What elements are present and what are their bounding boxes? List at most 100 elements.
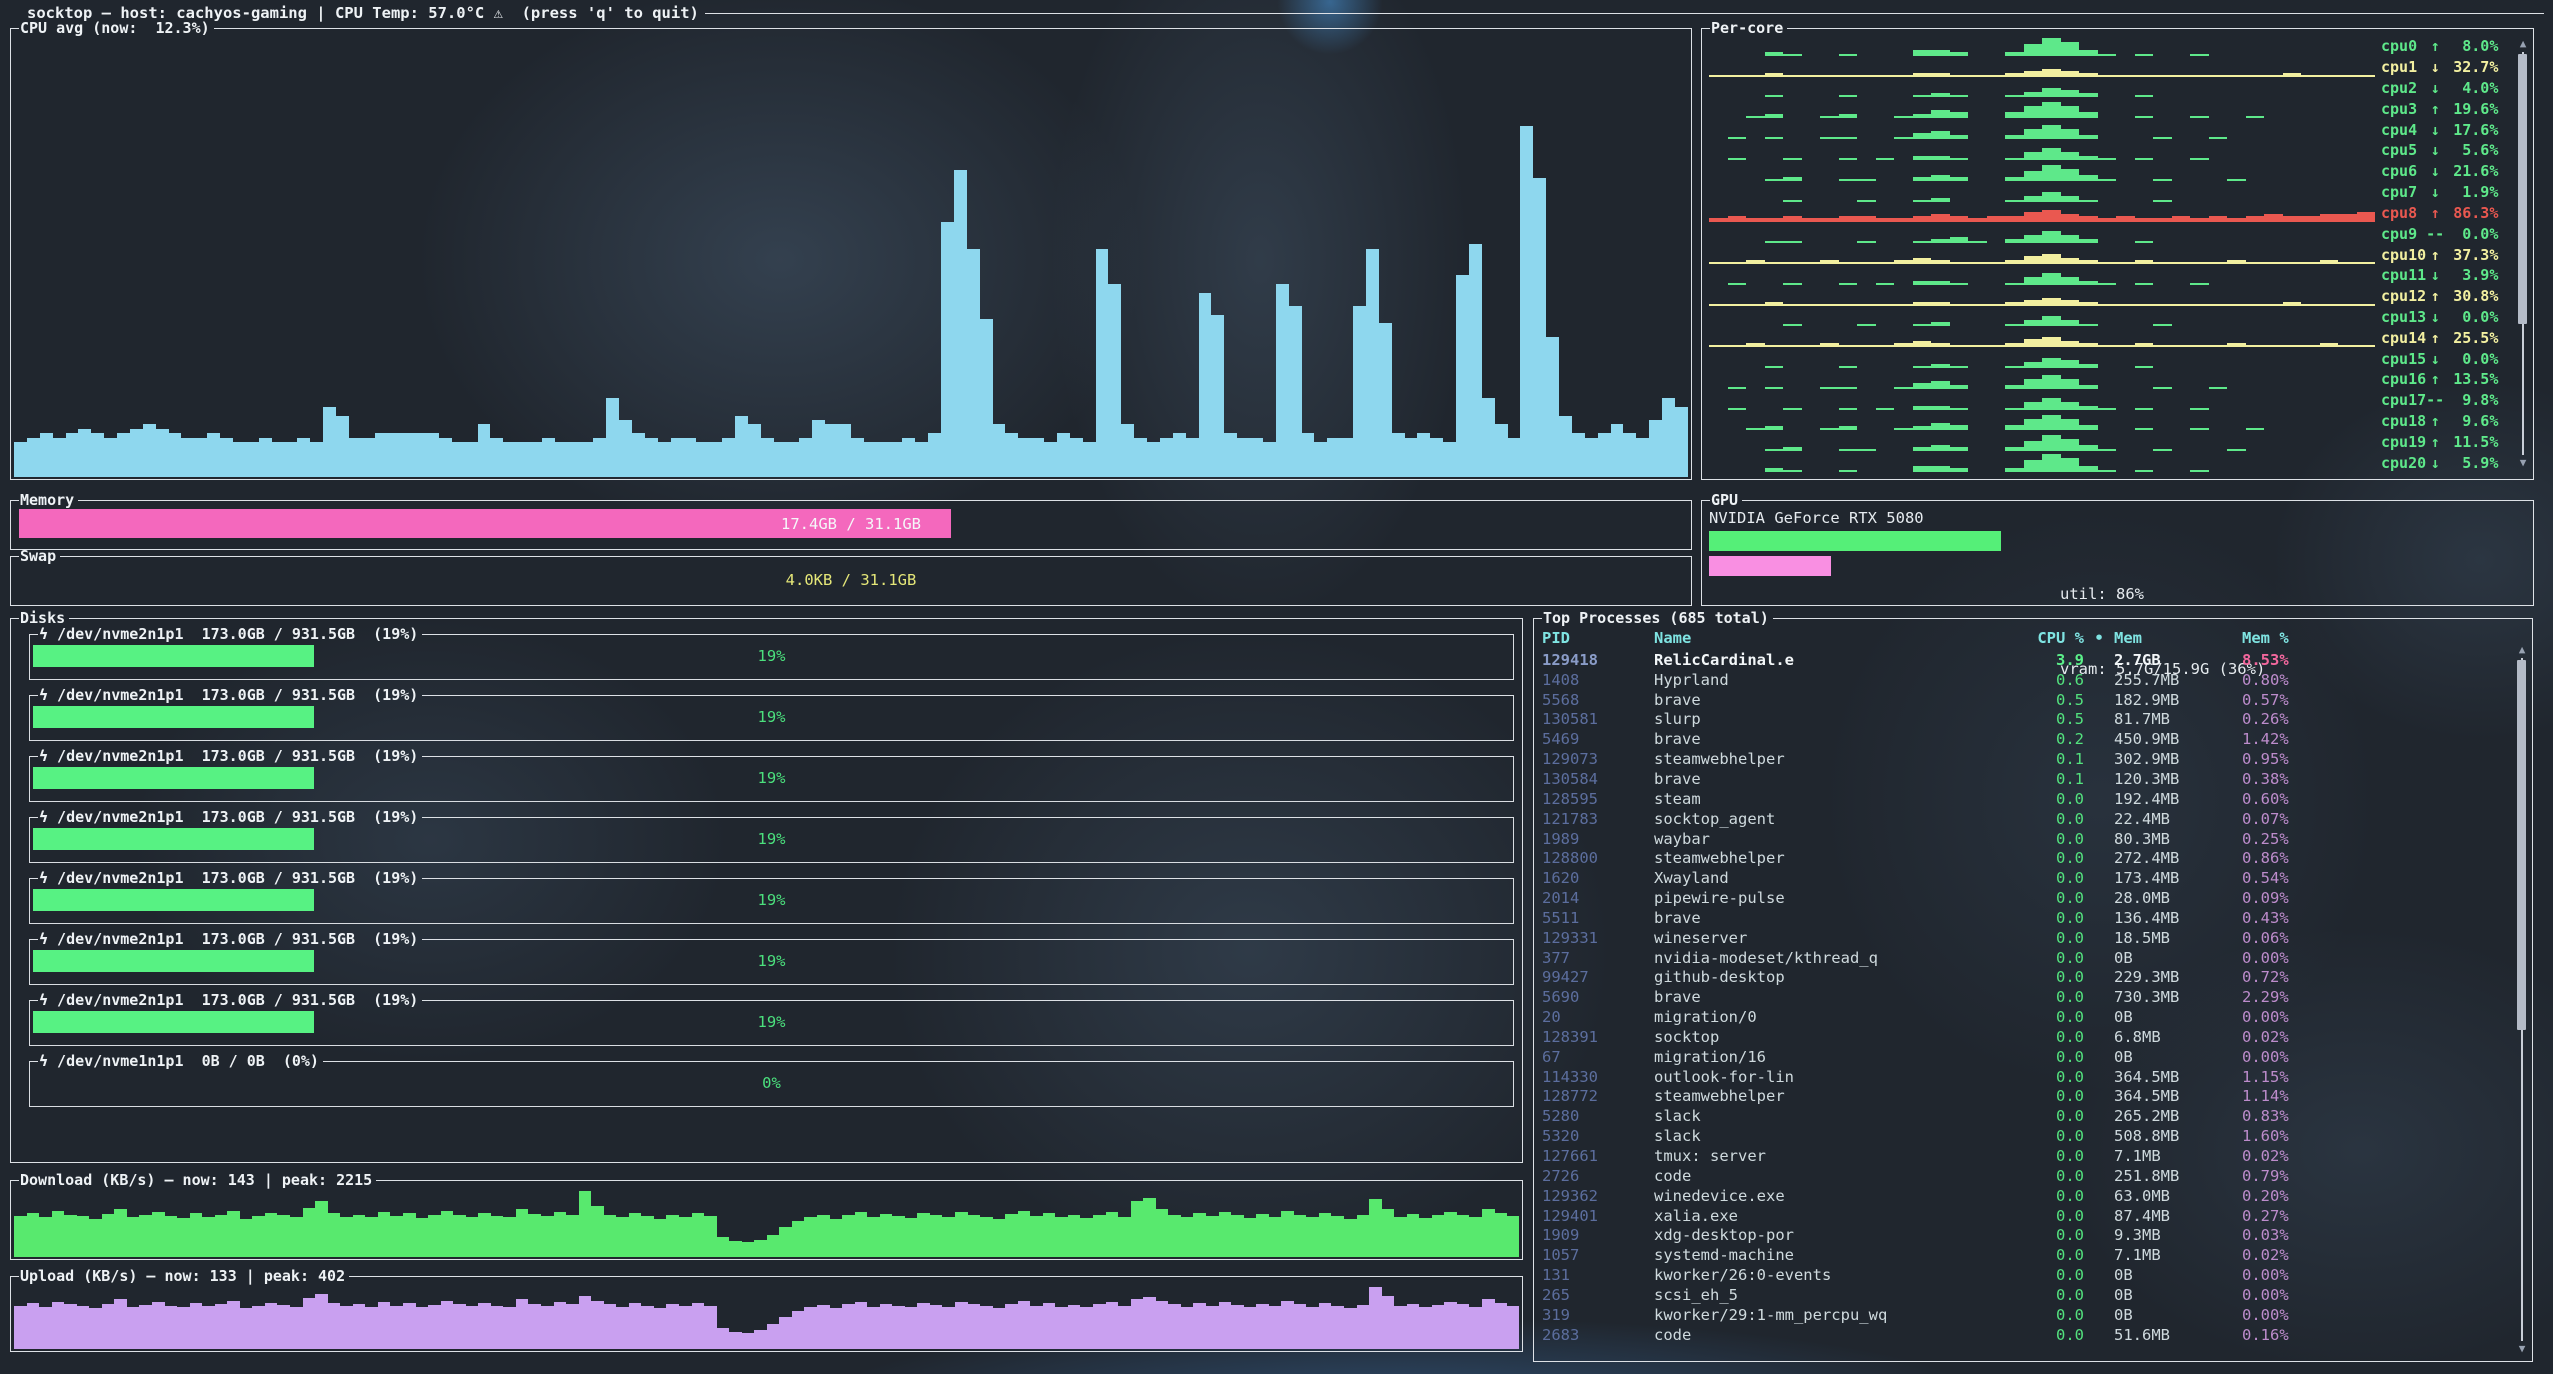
chart-bar: [1857, 75, 1876, 77]
chart-bar: [2042, 231, 2061, 243]
process-row[interactable]: 131kworker/26:0-events0.00B0.00%: [1534, 1265, 2532, 1285]
chart-bar: [2135, 95, 2154, 97]
chart-bar: [1765, 345, 1784, 347]
scroll-down-icon[interactable]: ▼: [2517, 457, 2529, 469]
chart-bar: [2024, 441, 2043, 451]
core-row: cpu17--9.8%: [1707, 390, 2503, 411]
chart-bar: [265, 1303, 278, 1349]
process-row[interactable]: 130581slurp0.581.7MB0.26%: [1534, 710, 2532, 730]
process-row[interactable]: 129362winedevice.exe0.063.0MB0.20%: [1534, 1186, 2532, 1206]
process-name: code: [1654, 1167, 1992, 1185]
process-row[interactable]: 1909xdg-desktop-por0.09.3MB0.03%: [1534, 1225, 2532, 1245]
process-row[interactable]: 121783socktop_agent0.022.4MB0.07%: [1534, 809, 2532, 829]
core-percent: 5.6%: [2444, 141, 2498, 159]
core-trend-icon: ↑: [2426, 412, 2444, 430]
chart-bar: [1931, 93, 1950, 97]
process-row[interactable]: 127661tmux: server0.07.1MB0.02%: [1534, 1146, 2532, 1166]
chart-bar: [2283, 73, 2302, 77]
chart-bar: [428, 1305, 441, 1349]
process-row[interactable]: 377nvidia-modeset/kthread_q0.00B0.00%: [1534, 948, 2532, 968]
disk-box: ϟ /dev/nvme2n1p1 173.0GB / 931.5GB (19%)…: [29, 1000, 1514, 1046]
chart-bar: [1369, 1287, 1382, 1349]
chart-bar: [2264, 75, 2283, 77]
chart-bar: [1894, 343, 1913, 347]
core-sparkline: [1707, 411, 2381, 432]
chart-bar: [1018, 1301, 1031, 1349]
process-mem-pct: 1.42%: [2242, 730, 2362, 748]
chart-bar: [1913, 302, 1932, 306]
chart-bar: [541, 1216, 554, 1257]
chart-bar: [1839, 179, 1858, 181]
chart-bar: [1968, 304, 1987, 306]
chart-bar: [2005, 468, 2024, 472]
chart-bar: [1765, 241, 1784, 243]
chart-bar: [130, 429, 143, 477]
chart-bar: [2338, 262, 2357, 264]
scroll-up-icon[interactable]: ▲: [2517, 38, 2529, 50]
chart-bar: [1876, 218, 1895, 222]
process-row[interactable]: 5690brave0.0730.3MB2.29%: [1534, 987, 2532, 1007]
chart-bar: [1382, 1296, 1395, 1349]
chart-bar: [2116, 345, 2135, 347]
chart-bar: [2098, 262, 2117, 264]
col-header-name[interactable]: Name: [1654, 629, 1992, 647]
process-row[interactable]: 1620Xwayland0.0173.4MB0.54%: [1534, 868, 2532, 888]
process-row[interactable]: 5511brave0.0136.4MB0.43%: [1534, 908, 2532, 928]
process-row[interactable]: 265scsi_eh_50.00B0.00%: [1534, 1285, 2532, 1305]
process-row[interactable]: 2014pipewire-pulse0.028.0MB0.09%: [1534, 888, 2532, 908]
process-row[interactable]: 128772steamwebhelper0.0364.5MB1.14%: [1534, 1087, 2532, 1107]
col-header-mem[interactable]: Mem: [2114, 629, 2242, 647]
process-row[interactable]: 5280slack0.0265.2MB0.83%: [1534, 1106, 2532, 1126]
disk-device: /dev/nvme2n1p1: [48, 991, 202, 1009]
chart-bar: [114, 1299, 127, 1349]
process-row[interactable]: 128595steam0.0192.4MB0.60%: [1534, 789, 2532, 809]
col-header-cpu[interactable]: CPU %: [1992, 629, 2084, 647]
chart-bar: [2005, 73, 2024, 77]
col-header-pid[interactable]: PID: [1542, 629, 1654, 647]
process-row[interactable]: 319kworker/29:1-mm_percpu_wq0.00B0.00%: [1534, 1305, 2532, 1325]
process-row[interactable]: 129073steamwebhelper0.1302.9MB0.95%: [1534, 749, 2532, 769]
process-pid: 131: [1542, 1266, 1654, 1284]
process-row[interactable]: 128391socktop0.06.8MB0.02%: [1534, 1027, 2532, 1047]
process-mem: 0B: [2114, 1306, 2242, 1324]
process-row[interactable]: 67migration/160.00B0.00%: [1534, 1047, 2532, 1067]
scroll-up-icon[interactable]: ▲: [2516, 644, 2528, 656]
chart-bar: [2042, 337, 2061, 347]
chart-bar: [165, 1216, 178, 1257]
process-pid: 127661: [1542, 1147, 1654, 1165]
chart-bar: [1327, 438, 1340, 478]
process-row[interactable]: 2726code0.0251.8MB0.79%: [1534, 1166, 2532, 1186]
process-row[interactable]: 99427github-desktop0.0229.3MB0.72%: [1534, 968, 2532, 988]
process-row[interactable]: 20migration/00.00B0.00%: [1534, 1007, 2532, 1027]
chart-bar: [2024, 92, 2043, 98]
col-header-mem-pct[interactable]: Mem %: [2242, 629, 2362, 647]
per-core-scrollbar[interactable]: ▲ ▼: [2517, 38, 2529, 469]
process-row[interactable]: 129401xalia.exe0.087.4MB0.27%: [1534, 1206, 2532, 1226]
process-row[interactable]: 114330outlook-for-lin0.0364.5MB1.15%: [1534, 1067, 2532, 1087]
process-row[interactable]: 1057systemd-machine0.07.1MB0.02%: [1534, 1245, 2532, 1265]
process-row[interactable]: 129418RelicCardinal.e3.92.7GB8.53%: [1534, 650, 2532, 670]
process-row[interactable]: 5568brave0.5182.9MB0.57%: [1534, 690, 2532, 710]
chart-bar: [2135, 260, 2154, 264]
scrollbar-thumb[interactable]: [2517, 660, 2526, 1030]
process-row[interactable]: 2683code0.051.6MB0.16%: [1534, 1325, 2532, 1345]
process-row[interactable]: 5320slack0.0508.8MB1.60%: [1534, 1126, 2532, 1146]
process-row[interactable]: 129331wineserver0.018.5MB0.06%: [1534, 928, 2532, 948]
processes-scrollbar[interactable]: ▲ ▼: [2516, 644, 2528, 1355]
chart-bar: [246, 442, 259, 477]
process-row[interactable]: 5469brave0.2450.9MB1.42%: [1534, 729, 2532, 749]
chart-bar: [1802, 75, 1821, 77]
disk-gauge: 19%: [33, 828, 1510, 850]
core-row: cpu0↑8.0%: [1707, 36, 2503, 57]
process-row[interactable]: 1408Hyprland0.6255.7MB0.80%: [1534, 670, 2532, 690]
process-row[interactable]: 128800steamwebhelper0.0272.4MB0.86%: [1534, 848, 2532, 868]
process-row[interactable]: 1989waybar0.080.3MB0.25%: [1534, 829, 2532, 849]
process-mem: 22.4MB: [2114, 810, 2242, 828]
process-row[interactable]: 130584brave0.1120.3MB0.38%: [1534, 769, 2532, 789]
scrollbar-thumb[interactable]: [2518, 54, 2527, 324]
process-cpu: 0.0: [1992, 790, 2084, 808]
process-pid: 2683: [1542, 1326, 1654, 1344]
chart-bar: [1106, 1302, 1119, 1349]
scroll-down-icon[interactable]: ▼: [2516, 1343, 2528, 1355]
disk-gauge-label: 19%: [33, 889, 1510, 911]
